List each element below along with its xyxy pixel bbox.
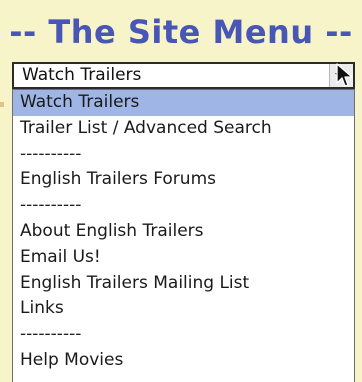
page: -- The Site Menu -- Watch Trailers Watch… xyxy=(0,0,362,382)
option-email-us[interactable]: Email Us! xyxy=(13,245,354,271)
option-mailing-list[interactable]: English Trailers Mailing List xyxy=(13,271,354,297)
left-edge-marker xyxy=(0,102,4,107)
select-current-value: Watch Trailers xyxy=(22,65,142,85)
site-menu-options-list[interactable]: Watch Trailers Trailer List / Advanced S… xyxy=(12,89,355,382)
option-help-movies[interactable]: Help Movies xyxy=(13,348,354,374)
option-trailer-list-advanced-search[interactable]: Trailer List / Advanced Search xyxy=(13,116,354,142)
mouse-cursor-icon xyxy=(336,63,353,87)
option-english-trailers-forums[interactable]: English Trailers Forums xyxy=(13,167,354,193)
site-menu-select[interactable]: Watch Trailers xyxy=(12,62,355,89)
option-separator[interactable]: ---------- xyxy=(13,193,354,219)
option-watch-trailers[interactable]: Watch Trailers xyxy=(13,90,354,116)
option-separator[interactable]: ---------- xyxy=(13,142,354,168)
option-links[interactable]: Links xyxy=(13,296,354,322)
option-about-english-trailers[interactable]: About English Trailers xyxy=(13,219,354,245)
option-separator[interactable]: ---------- xyxy=(13,322,354,348)
site-menu-title: -- The Site Menu -- xyxy=(9,13,353,51)
